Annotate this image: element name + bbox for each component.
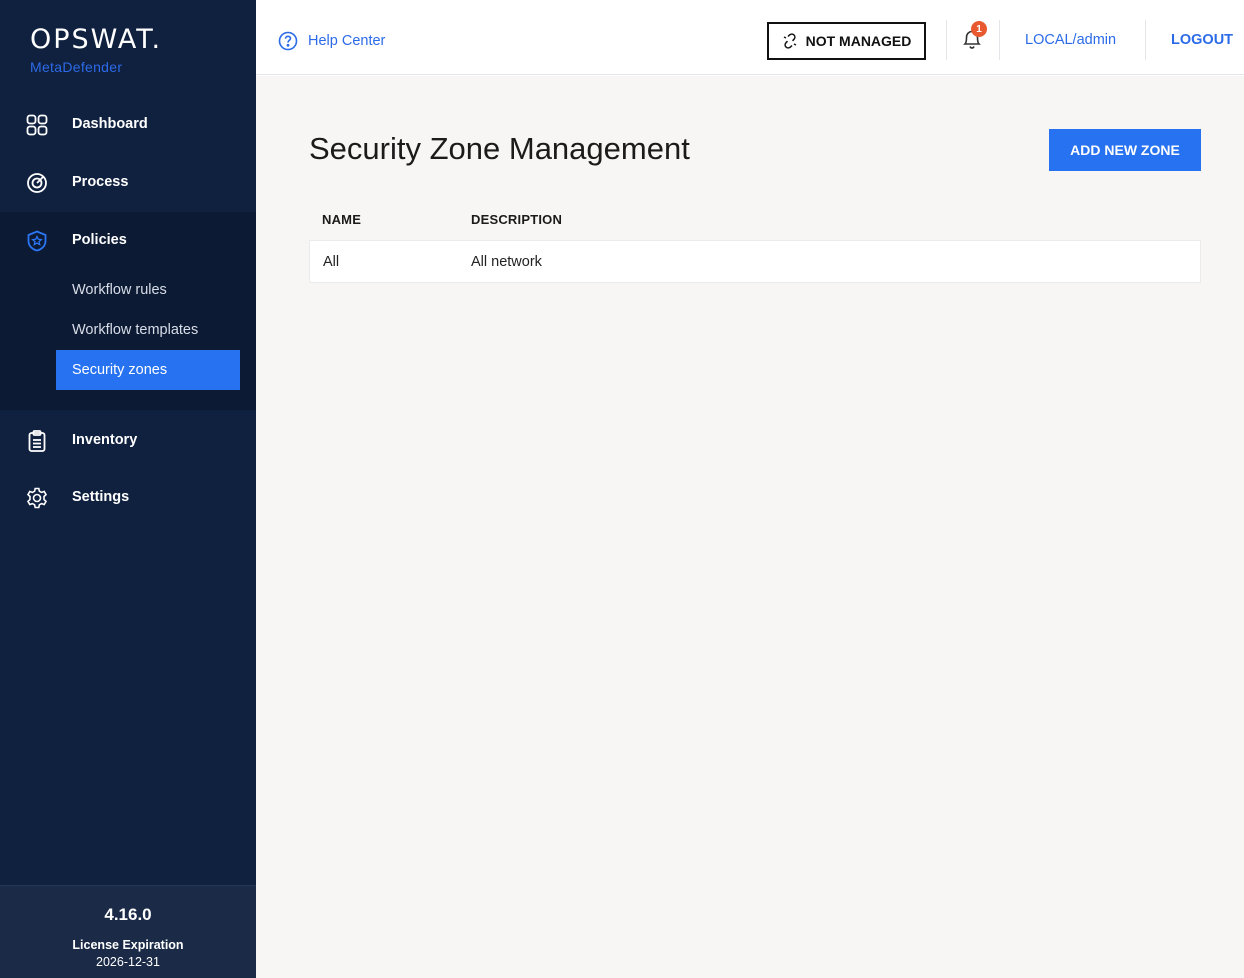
sidebar-subitem-workflow-rules[interactable]: Workflow rules bbox=[56, 270, 240, 310]
column-header-name[interactable]: NAME bbox=[322, 212, 361, 227]
product-name: MetaDefender bbox=[30, 59, 123, 75]
sidebar-subitem-security-zones[interactable]: Security zones bbox=[56, 350, 240, 390]
zone-description-cell: All network bbox=[471, 254, 542, 270]
divider bbox=[999, 20, 1000, 60]
sidebar-item-label: Settings bbox=[72, 489, 130, 505]
sidebar-subitem-workflow-templates[interactable]: Workflow templates bbox=[56, 310, 240, 350]
policies-section: Policies Workflow rules Workflow templat… bbox=[0, 212, 256, 410]
sidebar-item-policies[interactable]: Policies bbox=[0, 220, 256, 260]
sidebar-item-dashboard[interactable]: Dashboard bbox=[0, 104, 256, 144]
zone-name-cell: All bbox=[323, 254, 340, 270]
sidebar-item-label: Process bbox=[72, 174, 129, 190]
license-date: 2026-12-31 bbox=[96, 955, 160, 969]
management-status-label: NOT MANAGED bbox=[805, 33, 912, 49]
clipboard-icon bbox=[26, 430, 48, 452]
sidebar-footer: 4.16.0 License Expiration 2026-12-31 bbox=[0, 885, 256, 978]
process-target-icon bbox=[26, 172, 48, 194]
help-center-label: Help Center bbox=[308, 33, 386, 49]
user-account-link[interactable]: LOCAL/admin bbox=[1025, 32, 1116, 48]
dashboard-grid-icon bbox=[26, 114, 48, 136]
main-content: Security Zone Management ADD NEW ZONE NA… bbox=[256, 76, 1244, 978]
unlink-icon bbox=[783, 33, 796, 49]
license-label: License Expiration bbox=[72, 938, 184, 952]
gear-icon bbox=[26, 487, 48, 509]
shield-star-icon bbox=[26, 230, 48, 252]
help-center-link[interactable]: Help Center bbox=[278, 31, 385, 51]
notification-count-badge: 1 bbox=[971, 21, 987, 37]
logout-button[interactable]: LOGOUT bbox=[1171, 32, 1233, 48]
top-bar: Help Center NOT MANAGED 1 LOCAL/admin LO… bbox=[256, 0, 1244, 75]
brand-logo[interactable]: OPSWAT. MetaDefender bbox=[30, 24, 163, 76]
sidebar: OPSWAT. MetaDefender Dashboard Process P… bbox=[0, 0, 256, 978]
brand-name: OPSWAT. bbox=[30, 24, 163, 55]
sidebar-item-label: Inventory bbox=[72, 432, 138, 448]
table-row[interactable]: All All network bbox=[309, 240, 1201, 283]
sidebar-item-label: Policies bbox=[72, 232, 127, 248]
help-circle-icon bbox=[278, 31, 298, 51]
column-header-description[interactable]: DESCRIPTION bbox=[471, 212, 562, 227]
page-title: Security Zone Management bbox=[309, 131, 690, 166]
sidebar-item-label: Dashboard bbox=[72, 116, 148, 132]
add-new-zone-button[interactable]: ADD NEW ZONE bbox=[1049, 129, 1201, 171]
divider bbox=[1145, 20, 1146, 60]
management-status-button[interactable]: NOT MANAGED bbox=[767, 22, 926, 60]
sidebar-item-inventory[interactable]: Inventory bbox=[0, 420, 256, 460]
sidebar-item-settings[interactable]: Settings bbox=[0, 477, 256, 517]
notifications-button[interactable]: 1 bbox=[960, 21, 990, 55]
version-number: 4.16.0 bbox=[104, 905, 152, 924]
sidebar-item-process[interactable]: Process bbox=[0, 162, 256, 202]
divider bbox=[946, 20, 947, 60]
